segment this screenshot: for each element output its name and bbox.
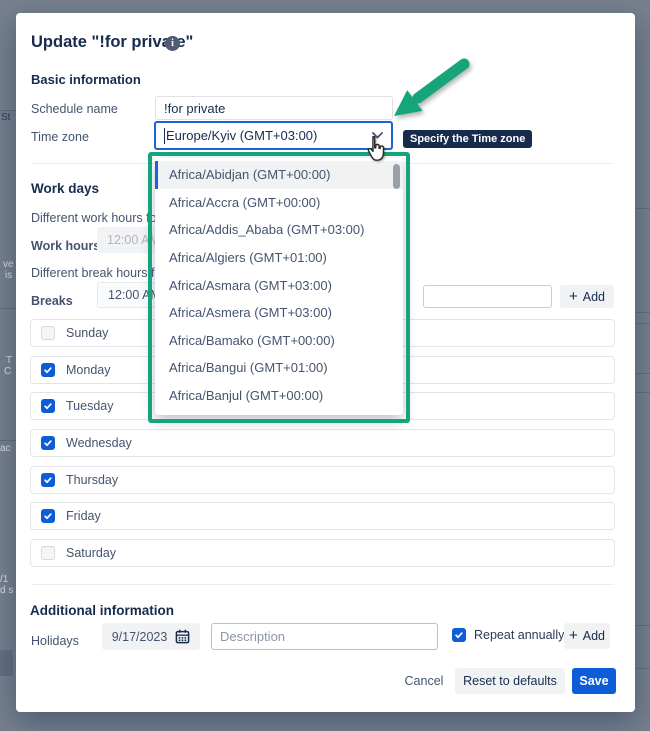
additional-information-heading: Additional information [30, 603, 174, 618]
backdrop-line [636, 312, 650, 313]
timezone-option[interactable]: Africa/Bamako (GMT+00:00) [155, 327, 403, 355]
info-icon[interactable]: i [165, 36, 180, 51]
day-label: Thursday [66, 473, 118, 487]
different-work-hours-label: Different work hours for [31, 211, 161, 225]
timezone-dropdown-list: Africa/Abidjan (GMT+00:00)Africa/Accra (… [155, 161, 403, 409]
backdrop-line [636, 625, 650, 626]
work-days-heading: Work days [31, 181, 99, 196]
backdrop-text-fragment: St [1, 112, 10, 123]
breaks-add-label: Add [583, 290, 605, 304]
breaks-add-button[interactable]: + Add [560, 285, 614, 308]
backdrop-text-fragment: ac [0, 443, 11, 454]
timezone-option[interactable]: Africa/Algiers (GMT+01:00) [155, 244, 403, 272]
plus-icon: + [569, 289, 578, 304]
breaks-description-input[interactable] [423, 285, 552, 308]
holidays-label: Holidays [31, 634, 79, 648]
day-label: Tuesday [66, 399, 113, 413]
day-checkbox[interactable] [41, 546, 55, 560]
timezone-dropdown: Africa/Abidjan (GMT+00:00)Africa/Accra (… [155, 158, 403, 415]
day-label: Saturday [66, 546, 116, 560]
holidays-add-button[interactable]: + Add [564, 623, 610, 649]
repeat-annually-label: Repeat annually [474, 628, 564, 642]
schedule-name-label: Schedule name [31, 102, 118, 116]
basic-information-heading: Basic information [31, 72, 141, 87]
schedule-name-input[interactable] [155, 96, 393, 120]
day-label: Wednesday [66, 436, 132, 450]
work-day-row: Saturday [30, 539, 615, 567]
different-break-hours-label: Different break hours for [31, 266, 166, 280]
backdrop-line [636, 392, 650, 393]
work-day-row: Friday [30, 502, 615, 530]
work-hours-start-value: 12:00 AM [107, 233, 160, 247]
time-zone-value: Europe/Kyiv (GMT+03:00) [166, 128, 317, 143]
backdrop-text-fragment: /1 [0, 574, 8, 585]
calendar-icon [175, 629, 190, 644]
hand-cursor-icon [362, 133, 389, 166]
day-checkbox[interactable] [41, 509, 55, 523]
day-checkbox[interactable] [41, 326, 55, 340]
timezone-option[interactable]: Africa/Banjul (GMT+00:00) [155, 382, 403, 410]
day-label: Friday [66, 509, 101, 523]
timezone-option[interactable]: Africa/Addis_Ababa (GMT+03:00) [155, 216, 403, 244]
backdrop-line [636, 208, 650, 209]
backdrop-line [0, 440, 16, 441]
backdrop-text-fragment: C [4, 366, 11, 377]
time-zone-label: Time zone [31, 130, 89, 144]
day-checkbox[interactable] [41, 436, 55, 450]
text-caret [164, 128, 165, 144]
dropdown-scrollbar-thumb[interactable] [393, 164, 400, 189]
work-day-row: Wednesday [30, 429, 615, 457]
repeat-annually-checkbox[interactable] [452, 628, 466, 642]
backdrop-line [636, 373, 650, 374]
holiday-description-input[interactable] [211, 623, 438, 650]
backdrop-line [636, 323, 650, 324]
timezone-option[interactable]: Africa/Bangui (GMT+01:00) [155, 354, 403, 382]
cancel-button[interactable]: Cancel [399, 668, 449, 694]
backdrop-text-fragment: d s [0, 585, 13, 596]
backdrop-text-fragment: ve [3, 259, 14, 270]
backdrop-line [0, 308, 16, 309]
annotation-arrow-icon [380, 46, 480, 126]
breaks-start-value: 12:00 AM [108, 288, 161, 302]
backdrop-text-fragment: T [6, 355, 12, 366]
backdrop-line [0, 110, 16, 111]
timezone-option[interactable]: Africa/Accra (GMT+00:00) [155, 189, 403, 217]
day-checkbox[interactable] [41, 363, 55, 377]
day-label: Monday [66, 363, 110, 377]
holiday-date-picker[interactable]: 9/17/2023 [102, 623, 200, 650]
breaks-label: Breaks [31, 294, 73, 308]
page-backdrop: StveisTCac/1d s Update "!for private" i … [0, 0, 650, 731]
timezone-option[interactable]: Africa/Asmera (GMT+03:00) [155, 299, 403, 327]
timezone-option[interactable]: Africa/Asmara (GMT+03:00) [155, 271, 403, 299]
backdrop-text-fragment: is [5, 270, 12, 281]
holidays-add-label: Add [583, 629, 605, 643]
backdrop-line [636, 668, 650, 669]
time-zone-select[interactable]: Europe/Kyiv (GMT+03:00) [154, 121, 393, 150]
annotation-tooltip: Specify the Time zone [403, 130, 532, 148]
work-day-row: Thursday [30, 466, 615, 494]
day-label: Sunday [66, 326, 108, 340]
day-checkbox[interactable] [41, 399, 55, 413]
holiday-date-value: 9/17/2023 [112, 630, 168, 644]
save-button[interactable]: Save [572, 668, 616, 694]
divider [31, 584, 614, 585]
backdrop-chip [0, 650, 13, 676]
work-hours-label: Work hours [31, 239, 100, 253]
plus-icon: + [569, 628, 578, 643]
day-checkbox[interactable] [41, 473, 55, 487]
reset-to-defaults-button[interactable]: Reset to defaults [455, 668, 565, 694]
